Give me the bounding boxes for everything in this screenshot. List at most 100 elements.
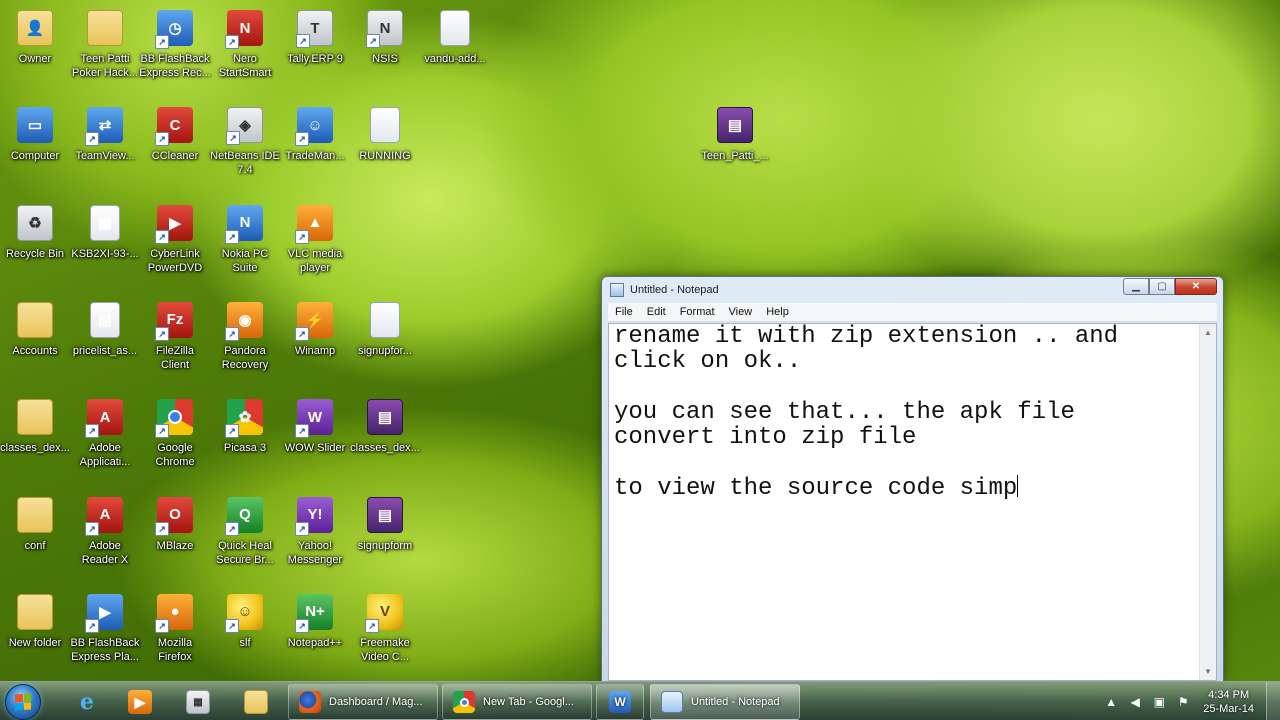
desktop-icon[interactable]: C CCleaner [137,107,213,163]
winrar-archive-icon: ▤ [367,399,403,436]
text-line [614,450,1196,475]
desktop-icon-label: FileZilla Client [156,344,194,371]
desktop-icon[interactable]: N+ Notepad++ [277,593,353,650]
desktop-icon[interactable]: ◈ NetBeans IDE 7.4 [207,107,283,177]
desktop-icon[interactable]: T Tally.ERP 9 [277,10,353,66]
notepad-window[interactable]: Untitled - Notepad ▁ ▢ ✕ File Edit Forma… [601,276,1224,682]
desktop-icon[interactable]: ▤ signupform [347,496,423,553]
desktop-icon[interactable]: ▭ Computer [0,107,73,163]
desktop-icon[interactable]: ▶ BB FlashBack Express Pla... [67,593,143,664]
folder-icon [17,399,53,436]
text-line: to view the source code simp [614,475,1018,503]
notepad-titlebar[interactable]: Untitled - Notepad [610,281,719,299]
taskbar-task-notepad[interactable]: Untitled - Notepad [650,684,800,720]
menu-format[interactable]: Format [673,303,722,322]
desktop-icon[interactable]: Y! Yahoo! Messenger [277,496,353,567]
computer-icon: ▭ [17,107,53,144]
vertical-scrollbar[interactable]: ▲ ▼ [1199,324,1216,680]
desktop-icon[interactable]: ☺ slf [207,593,283,650]
flashback-recorder-icon: ◷ [155,10,193,49]
desktop-icon[interactable]: ▲ VLC media player [277,204,353,275]
desktop-icon-label: Owner [18,53,52,65]
desktop-icon-label: WOW Slider [284,442,346,455]
taskbar-pin-media-player[interactable]: ▶ [113,684,167,720]
show-hidden-icons-arrow-icon[interactable]: ▲ [1102,693,1120,711]
freemake-icon: V [365,593,403,633]
menu-view[interactable]: View [722,303,760,322]
desktop-icon[interactable]: classes_dex... [0,399,73,455]
desktop-icon[interactable]: 👤 Owner [0,10,73,66]
pandora-recovery-icon: ◉ [225,301,263,341]
desktop-icon[interactable]: W WOW Slider [277,399,353,455]
desktop-icon[interactable]: V Freemake Video C... [347,593,423,664]
desktop-icon[interactable]: ▤ pricelist_as... [67,301,143,358]
desktop-icon[interactable]: ⚡ Winamp [277,301,353,358]
filezilla-icon: Fz [155,301,193,341]
desktop-icon-label: vandu-add... [424,53,486,65]
winamp-icon: ⚡ [295,301,333,341]
desktop-icon-label: pricelist_as... [72,344,138,357]
clock-date: 25-Mar-14 [1203,702,1254,715]
scroll-up-arrow-icon[interactable]: ▲ [1200,324,1216,341]
menu-edit[interactable]: Edit [640,303,673,322]
taskbar-pin-internet-explorer[interactable]: e [60,684,114,720]
desktop-icon[interactable]: O MBlaze [137,496,213,553]
desktop-icon[interactable]: Q Quick Heal Secure Br... [207,496,283,567]
volume-icon[interactable]: ◀ [1126,693,1144,711]
show-desktop-button[interactable] [1266,682,1280,720]
mblaze-icon: O [155,496,193,536]
taskbar-task-word[interactable]: W [596,684,644,720]
desktop-icon-label: Adobe Applicati... [79,442,131,469]
desktop-icon[interactable]: New folder [0,593,73,650]
desktop-icon[interactable]: N NSIS [347,10,423,66]
desktop-icon[interactable]: A Adobe Reader X [67,496,143,567]
desktop-icon-label: Recycle Bin [5,247,65,260]
clock[interactable]: 4:34 PM 25-Mar-14 [1203,688,1254,716]
desktop-icon[interactable]: Teen Patti Poker Hack... [67,10,143,80]
desktop-icon[interactable]: Accounts [0,301,73,358]
taskbar-task-firefox[interactable]: Dashboard / Mag... [288,684,438,720]
desktop-icon[interactable]: ● Mozilla Firefox [137,593,213,664]
desktop-icon-label: VLC media player [287,247,343,274]
desktop-icon[interactable]: ◷ BB FlashBack Express Rec... [137,10,213,80]
adobe-icon: A [85,399,123,439]
flag-icon[interactable]: ⚑ [1174,693,1192,711]
desktop-icon[interactable]: ▶ CyberLink PowerDVD [137,204,213,275]
start-button[interactable] [5,684,41,720]
desktop-icon[interactable]: RUNNING [347,107,423,163]
nsis-icon: N [366,10,403,48]
maximize-button[interactable]: ▢ [1149,278,1175,295]
chrome-icon [155,399,193,439]
taskbar-task-chrome[interactable]: New Tab - Googl... [442,684,592,720]
desktop-icon[interactable]: ♻ Recycle Bin [0,204,73,261]
desktop-icon[interactable]: N Nero StartSmart [207,10,283,80]
minimize-button[interactable]: ▁ [1123,278,1149,295]
desktop-icon[interactable]: Google Chrome [137,399,213,469]
notepad-icon [661,691,683,713]
desktop-icon[interactable]: Fz FileZilla Client [137,301,213,372]
desktop-icon[interactable]: A Adobe Applicati... [67,399,143,469]
menu-file[interactable]: File [608,303,640,322]
trademanager-icon: ☺ [295,107,333,147]
desktop-icon[interactable]: ✿ Picasa 3 [207,399,283,455]
desktop-icon[interactable]: signupfor... [347,301,423,358]
desktop-icon[interactable]: ▤ classes_dex... [347,399,423,455]
desktop-icon[interactable]: ▦ KSB2XI-93-... [67,204,143,261]
desktop-icon[interactable]: ◉ Pandora Recovery [207,301,283,372]
desktop-icon[interactable]: N Nokia PC Suite [207,204,283,275]
taskbar-pin-explorer[interactable] [229,684,283,720]
desktop-icon-label: CCleaner [151,150,199,163]
scroll-down-arrow-icon[interactable]: ▼ [1200,663,1216,680]
text-editor[interactable]: rename it with zip extension .. and clic… [608,323,1217,681]
taskbar-pin-calculator[interactable]: ▦ [171,684,225,720]
desktop-icon[interactable]: conf [0,496,73,553]
desktop-icon-label: classes_dex... [0,442,70,455]
network-icon[interactable]: ▣ [1150,693,1168,711]
desktop-icon[interactable]: ▤ Teen_Patti_... [697,107,773,163]
close-button[interactable]: ✕ [1175,278,1217,295]
desktop-icon[interactable]: ☺ TradeMan... [277,107,353,163]
menu-help[interactable]: Help [759,303,796,322]
desktop-icon[interactable]: vandu-add... [417,10,493,66]
spreadsheet-icon: ▤ [90,301,120,338]
desktop-icon[interactable]: ⇄ TeamView... [67,107,143,163]
